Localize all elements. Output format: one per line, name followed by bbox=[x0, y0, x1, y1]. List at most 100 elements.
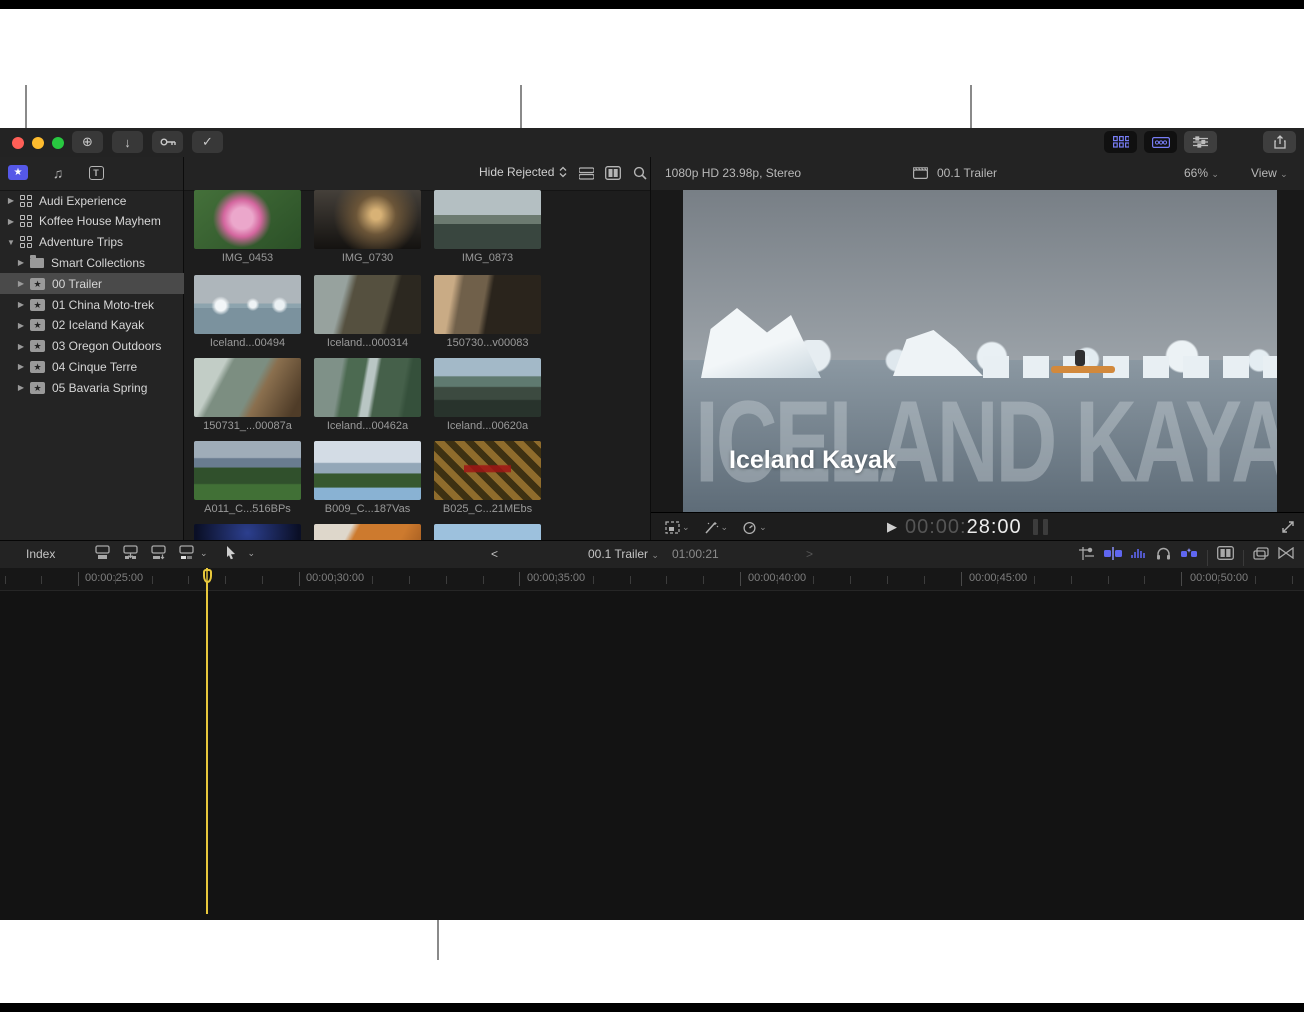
minimize-window-button[interactable] bbox=[32, 137, 44, 149]
disclosure-collapsed-icon[interactable]: ▶ bbox=[16, 362, 26, 371]
stack-icon[interactable] bbox=[1253, 547, 1269, 560]
fcp-window: ⊕ ↓ ✓ ★ ♫ T ▶Audi Experience▶Koffee House Ma… bbox=[0, 128, 1304, 920]
select-arrow-icon[interactable] bbox=[225, 545, 237, 560]
sidebar-item-00-trailer[interactable]: ▶ ★ 00 Trailer bbox=[0, 273, 199, 294]
solo-clips-icon[interactable] bbox=[1180, 547, 1198, 560]
timeline-option-buttons bbox=[1078, 545, 1294, 561]
checkmark-circle-button[interactable]: ✓ bbox=[192, 131, 223, 153]
plus-circle-button[interactable]: ⊕ bbox=[72, 131, 103, 153]
music-photos-tab[interactable]: ♫ bbox=[48, 164, 68, 181]
browser-clip-thumbnail[interactable] bbox=[434, 275, 541, 334]
sidebar-item-label: Smart Collections bbox=[51, 256, 145, 270]
disclosure-collapsed-icon[interactable]: ▶ bbox=[16, 342, 26, 351]
filter-dropdown[interactable]: Hide Rejected bbox=[479, 165, 567, 179]
browser-clip-name: B025_C...21MEbs bbox=[434, 503, 541, 515]
retime-speed-icon[interactable]: ⌄ bbox=[742, 521, 767, 534]
titles-generators-tab[interactable]: T bbox=[86, 164, 106, 181]
connect-edit-icon[interactable] bbox=[94, 545, 111, 560]
insert-edit-icon[interactable] bbox=[122, 545, 139, 560]
browser-clip-thumbnail[interactable] bbox=[314, 441, 421, 500]
close-window-button[interactable] bbox=[12, 137, 24, 149]
enhance-wand-icon[interactable]: ⌄ bbox=[704, 521, 729, 534]
ruler-tick bbox=[225, 576, 226, 584]
disclosure-collapsed-icon[interactable]: ▶ bbox=[16, 279, 26, 288]
project-star-icon: ★ bbox=[30, 278, 45, 290]
overwrite-edit-icon[interactable] bbox=[178, 545, 195, 560]
bowtie-icon[interactable] bbox=[1278, 547, 1294, 559]
playhead-handle[interactable] bbox=[203, 569, 212, 583]
sidebar-item-01-china-moto-trek[interactable]: ▶★01 China Moto-trek bbox=[0, 294, 199, 315]
browser-clip-thumbnail[interactable] bbox=[434, 358, 541, 417]
folder-icon bbox=[30, 258, 44, 268]
zoom-window-button[interactable] bbox=[52, 137, 64, 149]
video-frame[interactable]: ICELAND KAYAK Iceland Kayak bbox=[683, 190, 1277, 512]
chevron-down-icon[interactable]: ⌄ bbox=[200, 547, 208, 560]
browser-clip-thumbnail[interactable] bbox=[434, 524, 541, 540]
browser-clip-thumbnail[interactable] bbox=[194, 524, 301, 540]
browser-clip-name: 150730...v00083 bbox=[434, 337, 541, 349]
sidebar-item-02-iceland-kayak[interactable]: ▶★02 Iceland Kayak bbox=[0, 315, 199, 336]
sidebar-item-label: 00 Trailer bbox=[52, 277, 102, 291]
play-button[interactable]: ▶ bbox=[887, 519, 897, 535]
filmstrip-icon[interactable] bbox=[1217, 546, 1234, 560]
ruler-tick bbox=[483, 576, 484, 584]
disclosure-collapsed-icon[interactable]: ▶ bbox=[16, 258, 26, 267]
disclosure-collapsed-icon[interactable]: ▶ bbox=[16, 383, 26, 392]
disclosure-expanded-icon[interactable]: ▼ bbox=[6, 238, 16, 247]
browser-clip-thumbnail[interactable] bbox=[314, 358, 421, 417]
playhead-line[interactable] bbox=[206, 568, 208, 914]
sidebar-item-adventure-trips[interactable]: ▼Adventure Trips bbox=[0, 232, 189, 253]
browser-filmstrip-button[interactable] bbox=[1144, 131, 1177, 153]
viewer-zoom-dropdown[interactable]: 66% ⌄ bbox=[1184, 166, 1219, 180]
disclosure-collapsed-icon[interactable]: ▶ bbox=[16, 300, 26, 309]
sidebar-item-smart-collections[interactable]: ▶ Smart Collections bbox=[0, 252, 199, 273]
sidebar-item-koffee-house-mayhem[interactable]: ▶Koffee House Mayhem bbox=[0, 211, 189, 232]
sidebar-item-audi-experience[interactable]: ▶Audi Experience bbox=[0, 190, 189, 211]
browser-grid-button[interactable] bbox=[1104, 131, 1137, 153]
ruler-tick bbox=[1144, 576, 1145, 584]
browser-clip-thumbnail[interactable] bbox=[434, 190, 541, 249]
sidebar-item-05-bavaria-spring[interactable]: ▶★05 Bavaria Spring bbox=[0, 377, 199, 398]
download-arrow-button[interactable]: ↓ bbox=[112, 131, 143, 153]
trim-lines-icon[interactable] bbox=[1078, 546, 1095, 561]
snapping-clips-icon[interactable] bbox=[1104, 547, 1122, 560]
next-project-arrow[interactable]: > bbox=[806, 547, 813, 561]
filmstrip-view-icon[interactable] bbox=[605, 166, 621, 180]
sidebar-tabs: ★ ♫ T bbox=[0, 157, 183, 191]
disclosure-collapsed-icon[interactable]: ▶ bbox=[6, 196, 16, 205]
browser-clip-thumbnail[interactable] bbox=[314, 524, 421, 540]
browser-clip-thumbnail[interactable] bbox=[434, 441, 541, 500]
clip-list-icon[interactable] bbox=[579, 167, 594, 180]
browser-clip-thumbnail[interactable] bbox=[194, 275, 301, 334]
chevron-down-icon[interactable]: ⌄ bbox=[248, 547, 256, 560]
sidebar-item-03-oregon-outdoors[interactable]: ▶★03 Oregon Outdoors bbox=[0, 336, 199, 357]
viewer-header: 1080p HD 23.98p, Stereo 00.1 Trailer 66%… bbox=[651, 157, 1304, 190]
previous-project-arrow[interactable]: < bbox=[491, 547, 498, 561]
audio-waveform-icon[interactable] bbox=[1131, 547, 1147, 560]
timeline-ruler[interactable]: 00:00:25:0000:00:30:0000:00:35:0000:00:4… bbox=[0, 568, 1304, 591]
browser-clip-thumbnail[interactable] bbox=[194, 190, 301, 249]
headphones-icon[interactable] bbox=[1156, 546, 1171, 560]
share-button[interactable] bbox=[1263, 131, 1296, 153]
sidebar-item-label: 02 Iceland Kayak bbox=[52, 318, 144, 332]
disclosure-collapsed-icon[interactable]: ▶ bbox=[6, 217, 16, 226]
library-tab[interactable]: ★ bbox=[8, 164, 28, 181]
index-button[interactable]: Index bbox=[26, 547, 55, 561]
disclosure-collapsed-icon[interactable]: ▶ bbox=[16, 321, 26, 330]
crop-icon[interactable]: ⌄ bbox=[665, 521, 690, 534]
browser-clip-thumbnail[interactable] bbox=[194, 441, 301, 500]
browser-clip-thumbnail[interactable] bbox=[314, 190, 421, 249]
timeline-pane: 00:00:25:0000:00:30:0000:00:35:0000:00:4… bbox=[0, 568, 1304, 920]
sidebar-item-04-cinque-terre[interactable]: ▶★04 Cinque Terre bbox=[0, 356, 199, 377]
ruler-tick bbox=[1181, 572, 1182, 586]
append-edit-icon[interactable] bbox=[150, 545, 167, 560]
browser-clip-thumbnail[interactable] bbox=[194, 358, 301, 417]
browser-clip-thumbnail[interactable] bbox=[314, 275, 421, 334]
search-icon[interactable] bbox=[633, 166, 647, 180]
fullscreen-expand-icon[interactable] bbox=[1281, 520, 1295, 539]
timeline-project-dropdown[interactable]: 00.1 Trailer ⌄ bbox=[588, 547, 659, 561]
inspector-sliders-button[interactable] bbox=[1184, 131, 1217, 153]
viewer-view-dropdown[interactable]: View ⌄ bbox=[1251, 166, 1288, 180]
key-button[interactable] bbox=[152, 131, 183, 153]
ruler-tick bbox=[5, 576, 6, 584]
